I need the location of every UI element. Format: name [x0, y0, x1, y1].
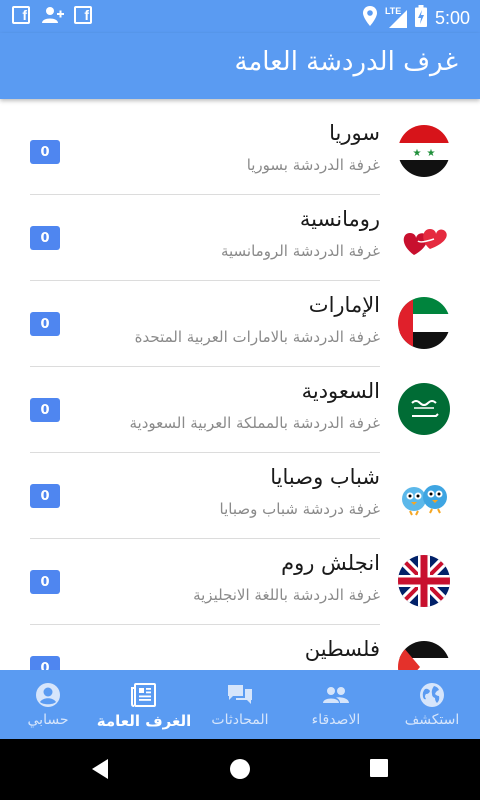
member-count-badge: 0: [30, 226, 60, 250]
facebook-icon: f: [74, 6, 92, 24]
room-title: انجلش روم: [281, 551, 380, 575]
app-toolbar: غرف الدردشة العامة: [0, 33, 480, 99]
chat-icon: [226, 682, 254, 708]
status-system: LTE 5:00: [362, 5, 470, 31]
room-row-palestine[interactable]: فلسطين 0: [0, 625, 480, 670]
nav-explore[interactable]: استكشف: [384, 670, 480, 739]
uae-flag-icon: [398, 297, 450, 349]
room-row-youth[interactable]: شباب وصبايا غرفة دردشة شباب وصبايا 0: [0, 453, 480, 539]
nav-label: حسابي: [27, 712, 69, 728]
member-count-badge: 0: [30, 484, 60, 508]
bottom-navigation: حسابي الغرف العامة المحادثات الاصدقاء اس…: [0, 670, 480, 739]
nav-label: استكشف: [404, 712, 460, 728]
home-button[interactable]: [229, 758, 251, 784]
clock: 5:00: [434, 7, 470, 28]
battery-icon: [414, 5, 427, 31]
room-subtitle: غرفة الدردشة باللغة الانجليزية: [193, 586, 380, 604]
svg-text:★: ★: [413, 148, 422, 159]
status-bar: f f LTE 5:00: [0, 0, 480, 33]
nav-conversations[interactable]: المحادثات: [192, 670, 288, 739]
add-person-icon: [42, 6, 64, 24]
facebook-icon: f: [12, 6, 30, 24]
nav-public-rooms[interactable]: الغرف العامة: [96, 670, 192, 739]
room-row-syria[interactable]: ★ ★ سوريا غرفة الدردشة بسوريا 0: [0, 109, 480, 195]
page-title: غرف الدردشة العامة: [234, 47, 458, 77]
member-count-badge: 0: [30, 312, 60, 336]
recents-square-icon: [370, 759, 388, 777]
system-navigation-bar: [0, 739, 480, 800]
nav-label: المحادثات: [211, 712, 269, 728]
status-notifications: f f: [12, 6, 92, 24]
room-row-romance[interactable]: رومانسية غرفة الدردشة الرومانسية 0: [0, 195, 480, 281]
room-title: فلسطين: [304, 637, 380, 661]
signal-icon: LTE: [385, 6, 407, 28]
people-icon: [322, 682, 350, 708]
svg-text:★: ★: [427, 148, 436, 159]
room-row-saudi[interactable]: السعودية غرفة الدردشة بالمملكة العربية ا…: [0, 367, 480, 453]
nav-friends[interactable]: الاصدقاء: [288, 670, 384, 739]
room-title: رومانسية: [299, 207, 380, 231]
syria-flag-icon: ★ ★: [398, 125, 450, 177]
room-subtitle: غرفة دردشة شباب وصبايا: [219, 500, 380, 518]
member-count-badge: 0: [30, 398, 60, 422]
account-icon: [34, 682, 62, 708]
palestine-flag-icon: [398, 641, 450, 670]
home-circle-icon: [230, 759, 250, 779]
room-subtitle: غرفة الدردشة بالمملكة العربية السعودية: [129, 414, 381, 432]
member-count-badge: 0: [30, 570, 60, 594]
uk-flag-icon: [398, 555, 450, 607]
room-title: السعودية: [301, 379, 380, 403]
room-subtitle: غرفة الدردشة الرومانسية: [220, 242, 380, 260]
room-list[interactable]: ★ ★ سوريا غرفة الدردشة بسوريا 0 رومانسية…: [0, 109, 480, 670]
back-button[interactable]: [90, 758, 110, 784]
room-title: الإمارات: [308, 293, 380, 317]
nav-account[interactable]: حسابي: [0, 670, 96, 739]
birds-icon: [398, 469, 450, 521]
globe-icon: [418, 682, 446, 708]
member-count-badge: 0: [30, 140, 60, 164]
room-title: شباب وصبايا: [270, 465, 380, 489]
back-triangle-icon: [92, 759, 108, 779]
room-subtitle: غرفة الدردشة بسوريا: [246, 156, 380, 174]
location-icon: [362, 6, 377, 30]
hearts-icon: [398, 211, 450, 263]
member-count-badge: 0: [30, 656, 60, 670]
room-subtitle: غرفة الدردشة بالامارات العربية المتحدة: [134, 328, 380, 346]
saudi-flag-icon: [398, 383, 450, 435]
nav-label: الاصدقاء: [311, 712, 361, 728]
nav-label: الغرف العامة: [96, 712, 192, 730]
recents-button[interactable]: [370, 759, 388, 781]
room-row-uae[interactable]: الإمارات غرفة الدردشة بالامارات العربية …: [0, 281, 480, 367]
room-title: سوريا: [329, 121, 380, 145]
room-row-english[interactable]: انجلش روم غرفة الدردشة باللغة الانجليزية…: [0, 539, 480, 625]
newspaper-icon: [130, 682, 158, 708]
